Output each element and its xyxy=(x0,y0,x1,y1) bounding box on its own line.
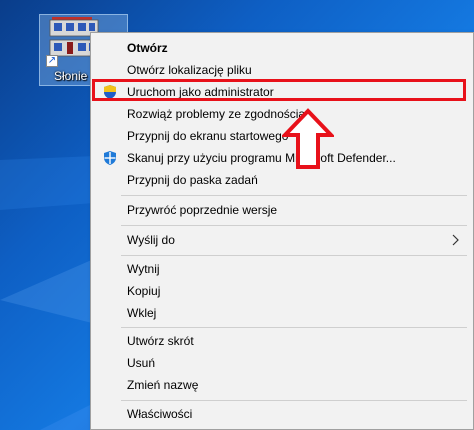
menu-separator xyxy=(121,327,467,328)
menu-item-label: Zmień nazwę xyxy=(127,378,199,392)
menu-item-open[interactable]: Otwórz xyxy=(91,37,473,59)
menu-item-properties[interactable]: Właściwości xyxy=(91,403,473,425)
menu-item-copy[interactable]: Kopiuj xyxy=(91,280,473,302)
menu-item-rename[interactable]: Zmień nazwę xyxy=(91,374,473,396)
menu-item-label: Kopiuj xyxy=(127,284,161,298)
menu-item-label: Wytnij xyxy=(127,262,160,276)
menu-item-paste[interactable]: Wklej xyxy=(91,302,473,324)
chevron-right-icon xyxy=(452,234,459,246)
menu-item-label: Otwórz lokalizację pliku xyxy=(127,63,252,77)
menu-item-label: Rozwiąż problemy ze zgodnością xyxy=(127,107,306,121)
menu-item-open-file-location[interactable]: Otwórz lokalizację pliku xyxy=(91,59,473,81)
defender-icon xyxy=(104,151,116,165)
menu-item-label: Przywróć poprzednie wersje xyxy=(127,203,278,217)
menu-separator xyxy=(121,400,467,401)
menu-separator xyxy=(121,255,467,256)
menu-item-restore-previous-versions[interactable]: Przywróć poprzednie wersje xyxy=(91,199,473,221)
shortcut-arrow-icon: ↗ xyxy=(46,55,58,67)
menu-item-delete[interactable]: Usuń xyxy=(91,352,473,374)
menu-item-label: Otwórz xyxy=(127,41,168,55)
menu-item-label: Wyślij do xyxy=(127,233,175,247)
shortcut-label: Słonie xyxy=(54,69,88,83)
menu-item-label: Przypnij do ekranu startowego xyxy=(127,129,289,143)
menu-separator xyxy=(121,225,467,226)
menu-item-label: Właściwości xyxy=(127,407,193,421)
menu-separator xyxy=(121,195,467,196)
menu-item-label: Utwórz skrót xyxy=(127,334,194,348)
menu-item-label: Przypnij do paska zadań xyxy=(127,173,258,187)
menu-item-label: Wklej xyxy=(127,306,157,320)
menu-item-pin-to-taskbar[interactable]: Przypnij do paska zadań xyxy=(91,169,473,191)
menu-item-label: Usuń xyxy=(127,356,156,370)
menu-item-send-to[interactable]: Wyślij do xyxy=(91,229,473,251)
menu-item-create-shortcut[interactable]: Utwórz skrót xyxy=(91,330,473,352)
menu-item-label: Skanuj przy użyciu programu Microsoft De… xyxy=(127,151,396,165)
menu-item-cut[interactable]: Wytnij xyxy=(91,258,473,280)
highlight-box xyxy=(92,79,466,101)
up-arrow-icon xyxy=(282,108,334,169)
